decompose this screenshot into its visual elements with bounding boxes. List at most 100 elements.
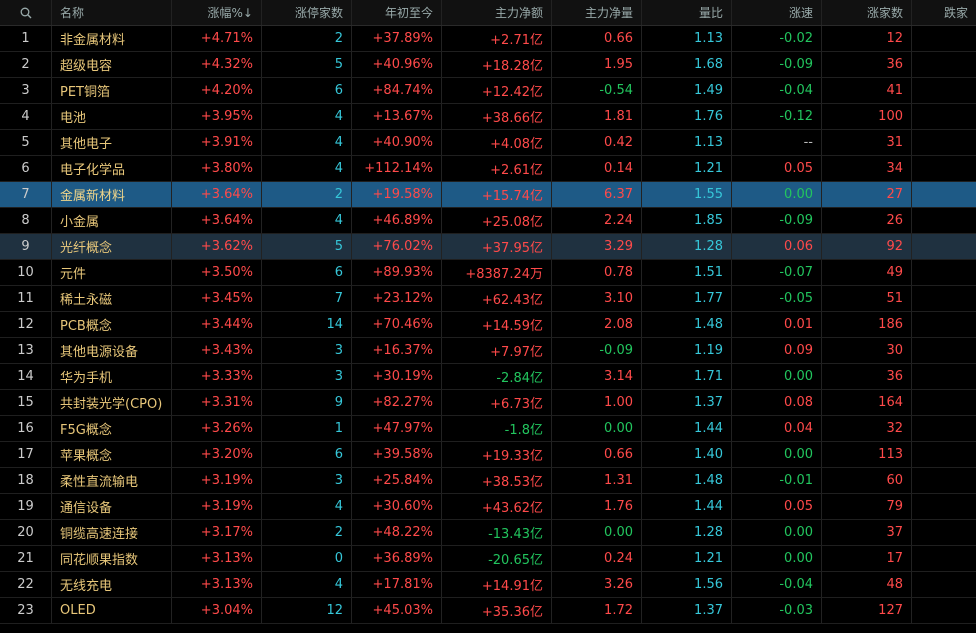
table-row[interactable]: 1 非金属材料 +4.71% 2 +37.89% +2.71亿 0.66 1.13 -0.02 1…: [0, 26, 976, 52]
down-count: [912, 520, 976, 545]
row-number: 11: [0, 286, 52, 311]
ytd-change: +45.03%: [352, 598, 442, 623]
table-row[interactable]: 17 苹果概念 +3.20% 6 +39.58% +19.33亿 0.66 1.40 0.00 1…: [0, 442, 976, 468]
down-count: [912, 416, 976, 441]
ytd-change: +89.93%: [352, 260, 442, 285]
main-net-amount: -1.8亿: [442, 416, 552, 441]
table-row[interactable]: 14 华为手机 +3.33% 3 +30.19% -2.84亿 3.14 1.71 0.00 36: [0, 364, 976, 390]
row-number: 9: [0, 234, 52, 259]
speed: 0.00: [732, 546, 822, 571]
ytd-change: +30.19%: [352, 364, 442, 389]
sector-name: OLED: [52, 598, 172, 623]
table-row[interactable]: 15 共封装光学(CPO) +3.31% 9 +82.27% +6.73亿 1.00 1.37…: [0, 390, 976, 416]
down-count: [912, 364, 976, 389]
change-percent: +3.62%: [172, 234, 262, 259]
table-row[interactable]: 11 稀土永磁 +3.45% 7 +23.12% +62.43亿 3.10 1.77 -0.05…: [0, 286, 976, 312]
row-number: 12: [0, 312, 52, 337]
volume-ratio: 1.28: [642, 234, 732, 259]
volume-ratio: 1.68: [642, 52, 732, 77]
table-row[interactable]: 10 元件 +3.50% 6 +89.93% +8387.24万 0.78 1.51 -0.07…: [0, 260, 976, 286]
change-percent: +3.19%: [172, 494, 262, 519]
sector-name: 超级电容: [52, 52, 172, 77]
header-limit-up[interactable]: 涨停家数: [262, 0, 352, 25]
row-number: 8: [0, 208, 52, 233]
sector-name: 光纤概念: [52, 234, 172, 259]
header-main-volume[interactable]: 主力净量: [552, 0, 642, 25]
table-row[interactable]: 16 F5G概念 +3.26% 1 +47.97% -1.8亿 0.00 1.44 0.04 32: [0, 416, 976, 442]
sector-name: PET铜箔: [52, 78, 172, 103]
table-row[interactable]: 6 电子化学品 +3.80% 4 +112.14% +2.61亿 0.14 1.21 0.05 3…: [0, 156, 976, 182]
header-ytd[interactable]: 年初至今: [352, 0, 442, 25]
header-up-count[interactable]: 涨家数: [822, 0, 912, 25]
up-count: 164: [822, 390, 912, 415]
change-percent: +3.31%: [172, 390, 262, 415]
up-count: 27: [822, 182, 912, 207]
main-net-volume: 1.81: [552, 104, 642, 129]
volume-ratio: 1.48: [642, 468, 732, 493]
header-down-count[interactable]: 跌家: [912, 0, 976, 25]
row-number: 1: [0, 26, 52, 51]
main-net-amount: +37.95亿: [442, 234, 552, 259]
limit-up-count: 4: [262, 130, 352, 155]
speed: 0.09: [732, 338, 822, 363]
volume-ratio: 1.21: [642, 546, 732, 571]
sector-name: 华为手机: [52, 364, 172, 389]
limit-up-count: 3: [262, 364, 352, 389]
volume-ratio: 1.56: [642, 572, 732, 597]
speed: 0.08: [732, 390, 822, 415]
limit-up-count: 14: [262, 312, 352, 337]
up-count: 127: [822, 598, 912, 623]
sector-name: 电子化学品: [52, 156, 172, 181]
main-net-volume: -0.54: [552, 78, 642, 103]
volume-ratio: 1.76: [642, 104, 732, 129]
speed: -0.03: [732, 598, 822, 623]
search-icon[interactable]: [0, 0, 52, 25]
table-row[interactable]: 20 铜缆高速连接 +3.17% 2 +48.22% -13.43亿 0.00 1.28 0.0…: [0, 520, 976, 546]
down-count: [912, 78, 976, 103]
main-net-volume: 0.42: [552, 130, 642, 155]
main-net-amount: +25.08亿: [442, 208, 552, 233]
main-net-amount: +38.66亿: [442, 104, 552, 129]
table-row[interactable]: 21 同花顺果指数 +3.13% 0 +36.89% -20.65亿 0.24 1.21 0.0…: [0, 546, 976, 572]
table-row[interactable]: 19 通信设备 +3.19% 4 +30.60% +43.62亿 1.76 1.44 0.05 7…: [0, 494, 976, 520]
table-row[interactable]: 22 无线充电 +3.13% 4 +17.81% +14.91亿 3.26 1.56 -0.04…: [0, 572, 976, 598]
limit-up-count: 4: [262, 494, 352, 519]
limit-up-count: 4: [262, 156, 352, 181]
row-number: 19: [0, 494, 52, 519]
speed: -0.04: [732, 78, 822, 103]
change-percent: +3.50%: [172, 260, 262, 285]
main-net-amount: +38.53亿: [442, 468, 552, 493]
row-number: 14: [0, 364, 52, 389]
limit-up-count: 5: [262, 234, 352, 259]
down-count: [912, 494, 976, 519]
main-net-amount: +12.42亿: [442, 78, 552, 103]
table-row[interactable]: 2 超级电容 +4.32% 5 +40.96% +18.28亿 1.95 1.68 -0.09 3…: [0, 52, 976, 78]
change-percent: +3.19%: [172, 468, 262, 493]
table-row[interactable]: 23 OLED +3.04% 12 +45.03% +35.36亿 1.72 1.37 -0.0…: [0, 598, 976, 624]
table-row[interactable]: 9 光纤概念 +3.62% 5 +76.02% +37.95亿 3.29 1.28 0.06 92: [0, 234, 976, 260]
sector-name: 柔性直流输电: [52, 468, 172, 493]
header-volume-ratio[interactable]: 量比: [642, 0, 732, 25]
down-count: [912, 156, 976, 181]
sector-name: 其他电子: [52, 130, 172, 155]
table-row[interactable]: 7 金属新材料 +3.64% 2 +19.58% +15.74亿 6.37 1.55 0.00 2…: [0, 182, 976, 208]
table-header: 名称 涨幅%↓ 涨停家数 年初至今 主力净额 主力净量 量比 涨速 涨家数 跌家: [0, 0, 976, 26]
header-main-net[interactable]: 主力净额: [442, 0, 552, 25]
table-row[interactable]: 3 PET铜箔 +4.20% 6 +84.74% +12.42亿 -0.54 1.49 -0.0…: [0, 78, 976, 104]
ytd-change: +48.22%: [352, 520, 442, 545]
limit-up-count: 12: [262, 598, 352, 623]
table-row[interactable]: 18 柔性直流输电 +3.19% 3 +25.84% +38.53亿 1.31 1.48 -0.…: [0, 468, 976, 494]
speed: 0.00: [732, 442, 822, 467]
header-name[interactable]: 名称: [52, 0, 172, 25]
table-row[interactable]: 4 电池 +3.95% 4 +13.67% +38.66亿 1.81 1.76 -0.12 100: [0, 104, 976, 130]
table-row[interactable]: 5 其他电子 +3.91% 4 +40.90% +4.08亿 0.42 1.13 -- 31: [0, 130, 976, 156]
table-row[interactable]: 12 PCB概念 +3.44% 14 +70.46% +14.59亿 2.08 1.48 0.0…: [0, 312, 976, 338]
speed: 0.04: [732, 416, 822, 441]
header-speed[interactable]: 涨速: [732, 0, 822, 25]
speed: --: [732, 130, 822, 155]
sector-name: 苹果概念: [52, 442, 172, 467]
table-row[interactable]: 13 其他电源设备 +3.43% 3 +16.37% +7.97亿 -0.09 1.19 0.0…: [0, 338, 976, 364]
header-change[interactable]: 涨幅%↓: [172, 0, 262, 25]
main-net-amount: +7.97亿: [442, 338, 552, 363]
table-row[interactable]: 8 小金属 +3.64% 4 +46.89% +25.08亿 2.24 1.85 -0.09 26: [0, 208, 976, 234]
